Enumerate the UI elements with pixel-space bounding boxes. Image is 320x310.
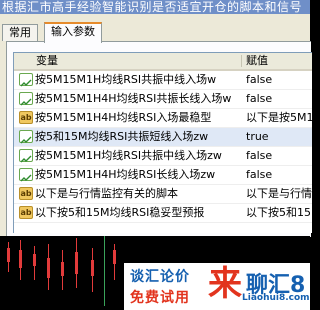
candle-body: [91, 260, 94, 276]
window-title: 根据汇市高手经验智能识别是否适宜开仓的脚本和信号: [2, 0, 303, 14]
parameter-name: 按5M15M1H均线RSI共振中线入场zw: [35, 149, 222, 162]
candle-body: [19, 250, 22, 268]
parameter-name: 以下按5和15M均线RSI稳妥型预报: [35, 206, 205, 219]
ad-big-char: 来: [208, 264, 242, 304]
chart-icon: [19, 149, 33, 163]
table-row[interactable]: 按5M15M1H均线RSI共振中线入场zw false: [14, 147, 312, 166]
parameter-value[interactable]: false: [246, 90, 312, 108]
candle-body: [75, 252, 78, 274]
column-header-variable[interactable]: 变量: [36, 53, 58, 69]
parameter-value[interactable]: 以下是按5M15M: [246, 109, 312, 127]
parameter-value[interactable]: true: [246, 128, 312, 146]
expert-properties-window: 根据汇市高手经验智能识别是否适宜开仓的脚本和信号 常用 输入参数 变量 赋值 按…: [0, 0, 312, 310]
candle-body: [113, 250, 116, 264]
candle-body: [47, 258, 50, 278]
parameter-name: 按5和15M均线RSI共振短线入场zw: [35, 130, 209, 143]
parameter-value[interactable]: 以下按5和15M均: [246, 204, 312, 222]
parameter-value[interactable]: false: [246, 147, 312, 165]
table-row[interactable]: ab 以下是与行情监控有关的脚本 以下是与行情监: [14, 185, 312, 204]
column-separator[interactable]: [241, 55, 242, 67]
ab-icon: ab: [19, 187, 33, 200]
table-row[interactable]: ab 以下按5和15M均线RSI稳妥型预报 以下按5和15M均: [14, 204, 312, 223]
column-header-value[interactable]: 赋值: [246, 53, 268, 69]
tab-common[interactable]: 常用: [2, 24, 38, 41]
table-row[interactable]: 按5M15M1H4H均线RSI共振长线入场w false: [14, 90, 312, 109]
candle-body: [33, 254, 36, 266]
parameter-value[interactable]: false: [246, 71, 312, 89]
parameters-grid: 变量 赋值 按5M15M1H均线RSI共振中线入场w false 按5M15M1…: [13, 52, 312, 233]
parameter-value[interactable]: false: [246, 166, 312, 184]
parameter-name: 按5M15M1H均线RSI共振中线入场w: [35, 73, 217, 86]
table-row[interactable]: 按5M15M1H4H均线RSI长线入场zw false: [14, 166, 312, 185]
parameter-name: 以下是与行情监控有关的脚本: [35, 187, 178, 200]
gridline: [104, 236, 105, 306]
candle-body: [61, 262, 64, 276]
parameter-name: 按5M15M1H4H均线RSI长线入场zw: [35, 168, 216, 181]
ad-line2: 免费试用: [130, 290, 190, 306]
candle-body: [7, 248, 10, 262]
grid-header: 变量 赋值: [14, 53, 312, 71]
parameter-name: 按5M15M1H4H均线RSI共振长线入场w: [35, 92, 232, 105]
chart-icon: [19, 92, 33, 106]
watermark-ad: 谈汇论价 免费试用 来 聊汇8 Liaohui8.com: [124, 263, 310, 310]
tab-panel: 变量 赋值 按5M15M1H均线RSI共振中线入场w false 按5M15M1…: [6, 41, 312, 237]
tab-input-parameters[interactable]: 输入参数: [44, 22, 102, 43]
chart-icon: [19, 130, 33, 144]
parameter-name: 按5M15M1H4H均线RSI入场最稳型: [35, 111, 212, 124]
chart-icon: [19, 168, 33, 182]
tab-strip: 常用 输入参数: [0, 22, 310, 43]
chart-icon: [19, 73, 33, 87]
ad-line1: 谈汇论价: [130, 269, 190, 285]
parameter-value[interactable]: 以下是与行情监: [246, 185, 312, 203]
table-row[interactable]: ab 按5M15M1H4H均线RSI入场最稳型 以下是按5M15M: [14, 109, 312, 128]
ab-icon: ab: [19, 206, 33, 219]
table-row-selected[interactable]: 按5和15M均线RSI共振短线入场zw true: [14, 128, 312, 147]
ad-url: Liaohui8.com: [242, 293, 310, 303]
title-bar: 根据汇市高手经验智能识别是否适宜开仓的脚本和信号: [0, 0, 310, 14]
ab-icon: ab: [19, 111, 33, 124]
table-row[interactable]: 按5M15M1H均线RSI共振中线入场w false: [14, 71, 312, 90]
